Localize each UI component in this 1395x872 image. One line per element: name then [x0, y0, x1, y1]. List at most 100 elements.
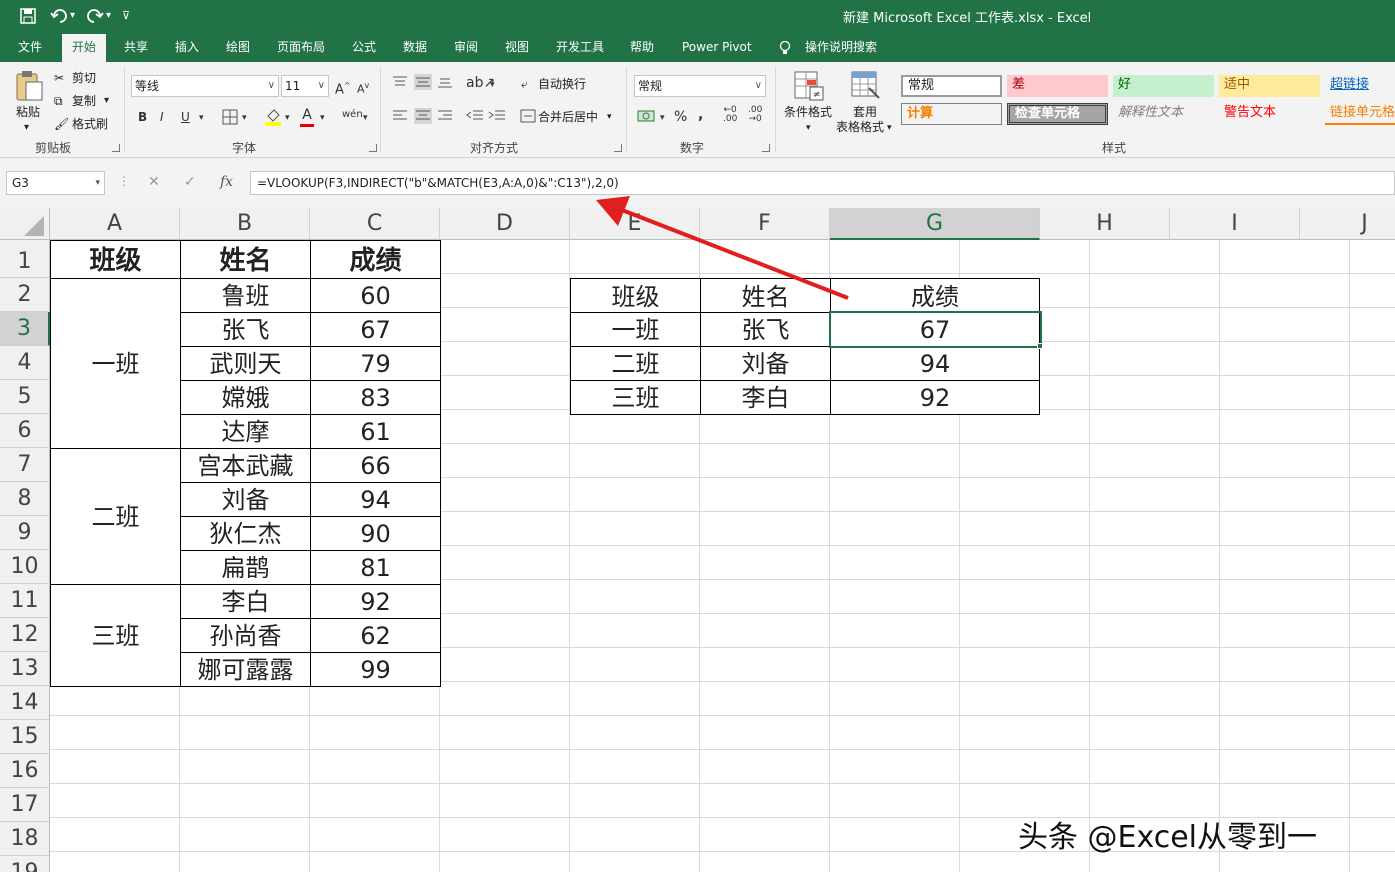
paste-icon[interactable]	[14, 70, 44, 102]
conditional-dropdown-icon[interactable]: ▾	[806, 120, 811, 136]
merge-dropdown-icon[interactable]: ▾	[607, 109, 612, 125]
save-icon[interactable]	[20, 8, 36, 24]
row-header-17[interactable]: 17	[0, 788, 50, 822]
font-color-icon[interactable]: A	[300, 106, 314, 127]
tab-home[interactable]: 开始	[62, 34, 107, 62]
paste-dropdown-icon[interactable]: ▾	[24, 120, 29, 136]
alignment-launcher-icon[interactable]	[614, 144, 622, 152]
table1-name-cell[interactable]: 孙尚香	[180, 618, 311, 653]
accounting-dropdown-icon[interactable]: ▾	[660, 109, 665, 127]
table1-name-cell[interactable]: 李白	[180, 584, 311, 619]
merge-center-button[interactable]: 合并后居中	[538, 109, 598, 125]
italic-button[interactable]: I	[160, 108, 164, 126]
table2-score-cell[interactable]: 94	[830, 346, 1040, 381]
comma-button[interactable]: ,	[698, 106, 703, 124]
row-header-19[interactable]: 19	[0, 856, 50, 872]
row-header-18[interactable]: 18	[0, 822, 50, 856]
table1-score-cell[interactable]: 94	[310, 482, 441, 517]
fill-color-icon[interactable]	[264, 108, 282, 126]
table1-name-cell[interactable]: 达摩	[180, 414, 311, 449]
font-size-combo[interactable]: 11 ∨	[281, 75, 329, 97]
column-header-g[interactable]: G	[830, 208, 1040, 240]
orientation-dropdown-icon[interactable]: ▾	[490, 76, 495, 94]
table2-name-cell[interactable]: 张飞	[700, 312, 831, 347]
table1-name-cell[interactable]: 鲁班	[180, 278, 311, 313]
style-explanatory[interactable]: 解释性文本	[1113, 103, 1214, 125]
style-hyperlink[interactable]: 超链接	[1325, 75, 1395, 97]
tab-view[interactable]: 视图	[505, 34, 529, 62]
decrease-indent-icon[interactable]	[466, 110, 484, 122]
format-painter-button[interactable]: 格式刷	[72, 116, 108, 132]
decrease-decimal-icon[interactable]: .00 →0	[748, 106, 762, 124]
tell-me-search[interactable]: 操作说明搜索	[805, 34, 877, 62]
select-all-corner[interactable]	[0, 208, 50, 240]
table1-header-class[interactable]: 班级	[50, 240, 181, 279]
table1-name-cell[interactable]: 宫本武藏	[180, 448, 311, 483]
formula-input[interactable]: =VLOOKUP(F3,INDIRECT("b"&MATCH(E3,A:A,0)…	[250, 171, 1395, 195]
table1-score-cell[interactable]: 79	[310, 346, 441, 381]
underline-button[interactable]: U	[181, 108, 190, 126]
table1-score-cell[interactable]: 66	[310, 448, 441, 483]
table1-score-cell[interactable]: 67	[310, 312, 441, 347]
column-header-h[interactable]: H	[1040, 208, 1170, 240]
format-table-button-line1[interactable]: 套用	[853, 104, 877, 120]
table2-header-class[interactable]: 班级	[570, 278, 701, 313]
cut-button[interactable]: 剪切	[72, 70, 96, 86]
cancel-icon[interactable]: ✕	[148, 174, 160, 190]
table1-name-cell[interactable]: 嫦娥	[180, 380, 311, 415]
name-box[interactable]: G3 ▾	[6, 171, 105, 195]
row-header-16[interactable]: 16	[0, 754, 50, 788]
table2-class-cell[interactable]: 三班	[570, 380, 701, 415]
underline-dropdown-icon[interactable]: ▾	[199, 109, 204, 127]
style-check-cell[interactable]: 检查单元格	[1007, 103, 1108, 125]
style-good[interactable]: 好	[1113, 75, 1214, 97]
style-linked-cell[interactable]: 链接单元格	[1325, 103, 1395, 125]
row-header-2[interactable]: 2	[0, 278, 50, 312]
grow-font-button[interactable]: A^	[335, 77, 351, 99]
table1-score-cell[interactable]: 62	[310, 618, 441, 653]
table1-name-cell[interactable]: 扁鹊	[180, 550, 311, 585]
row-header-11[interactable]: 11	[0, 584, 50, 618]
wrap-text-button[interactable]: 自动换行	[538, 76, 586, 92]
phonetic-dropdown-icon[interactable]: ▾	[363, 109, 368, 127]
table1-score-cell[interactable]: 83	[310, 380, 441, 415]
row-header-4[interactable]: 4	[0, 346, 50, 380]
percent-button[interactable]: %	[674, 108, 687, 126]
row-header-3[interactable]: 3	[0, 312, 50, 346]
column-header-c[interactable]: C	[310, 208, 440, 240]
column-header-f[interactable]: F	[700, 208, 830, 240]
clipboard-launcher-icon[interactable]	[112, 144, 120, 152]
chevron-down-icon[interactable]: ⊽	[122, 6, 130, 26]
table1-score-cell[interactable]: 90	[310, 516, 441, 551]
align-center-icon[interactable]	[414, 108, 432, 124]
tab-power-pivot[interactable]: Power Pivot	[682, 34, 752, 62]
fill-handle[interactable]	[1037, 343, 1043, 349]
style-neutral[interactable]: 适中	[1219, 75, 1320, 97]
tab-help[interactable]: 帮助	[630, 34, 654, 62]
style-calculation[interactable]: 计算	[901, 103, 1002, 125]
align-top-icon[interactable]	[392, 76, 408, 88]
row-header-13[interactable]: 13	[0, 652, 50, 686]
increase-decimal-icon[interactable]: ←0.00	[723, 106, 737, 124]
tab-formulas[interactable]: 公式	[352, 34, 376, 62]
column-header-j[interactable]: J	[1300, 208, 1395, 240]
increase-indent-icon[interactable]	[488, 110, 506, 122]
row-header-7[interactable]: 7	[0, 448, 50, 482]
tab-draw[interactable]: 绘图	[226, 34, 250, 62]
table1-header-score[interactable]: 成绩	[310, 240, 441, 279]
number-format-combo[interactable]: 常规 ∨	[634, 75, 766, 97]
table1-score-cell[interactable]: 92	[310, 584, 441, 619]
table1-name-cell[interactable]: 狄仁杰	[180, 516, 311, 551]
align-left-icon[interactable]	[392, 110, 408, 122]
shrink-font-button[interactable]: Av	[357, 77, 369, 99]
enter-icon[interactable]: ✓	[184, 174, 196, 190]
redo-icon[interactable]	[86, 8, 104, 24]
undo-dropdown-icon[interactable]: ▾	[70, 6, 75, 26]
copy-button[interactable]: 复制	[72, 93, 96, 109]
align-middle-icon[interactable]	[414, 74, 432, 90]
table1-score-cell[interactable]: 61	[310, 414, 441, 449]
row-header-14[interactable]: 14	[0, 686, 50, 720]
table1-score-cell[interactable]: 81	[310, 550, 441, 585]
table1-class-cell[interactable]: 三班	[50, 584, 181, 687]
row-header-9[interactable]: 9	[0, 516, 50, 550]
